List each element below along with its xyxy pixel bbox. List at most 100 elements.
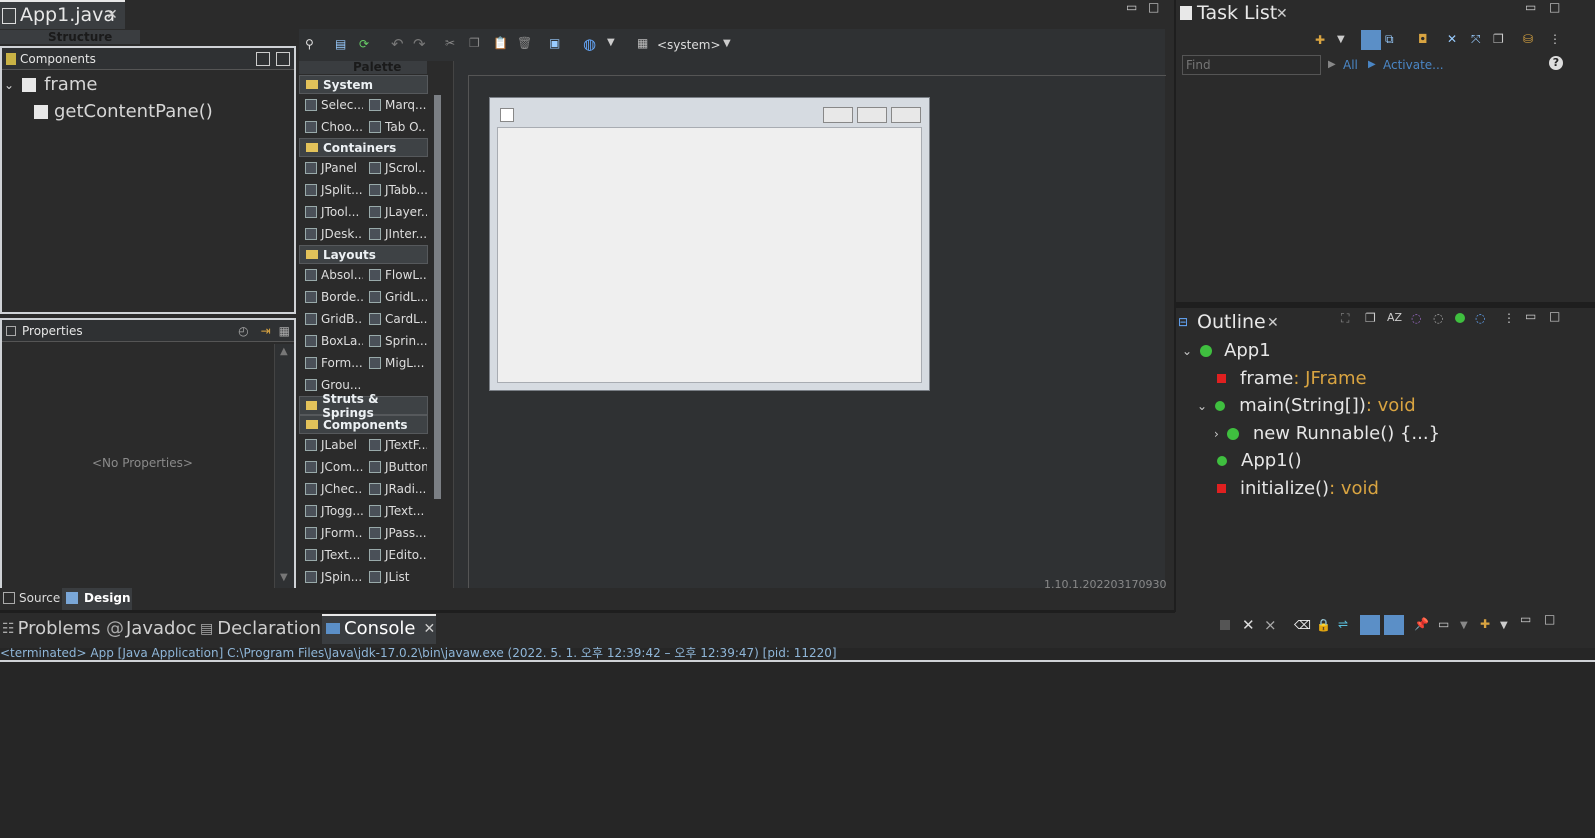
lookandfeel-select[interactable]: <system> [657, 38, 721, 52]
palette-item[interactable]: MigL... [363, 356, 427, 370]
new-task-icon[interactable]: ✚ [1315, 33, 1325, 47]
more-icon[interactable]: ⋮ [1549, 32, 1561, 46]
chevron-down-icon[interactable]: ⌄ [4, 78, 14, 92]
terminate-icon[interactable] [1220, 620, 1230, 630]
jframe-minimize-button[interactable] [823, 107, 853, 123]
play-icon[interactable]: ▶ [1328, 59, 1336, 70]
maximize-icon[interactable]: □ [1549, 0, 1560, 14]
show-events-icon[interactable]: ◴ [238, 324, 248, 338]
display-console-icon[interactable]: ▭ [1438, 617, 1449, 631]
layout-icon[interactable]: ▣ [549, 36, 560, 50]
maximize-icon[interactable]: □ [1148, 0, 1159, 14]
tab-problems[interactable]: ☷ Problems [2, 618, 101, 639]
editor-tab-app1[interactable]: App1.java ✕ [0, 0, 125, 29]
chevron-down-icon[interactable]: ▼ [607, 37, 615, 48]
clear-console-icon[interactable]: ⌫ [1294, 618, 1311, 632]
outline-item-class[interactable]: ⌄ App1 [1182, 340, 1271, 361]
palette-item[interactable]: JSpin... [299, 570, 363, 584]
minimize-icon[interactable]: ▭ [1126, 0, 1137, 14]
palette-item[interactable]: Form... [299, 356, 363, 370]
scroll-lock-icon[interactable]: 🔒 [1316, 618, 1331, 632]
hide-local-types-icon[interactable]: ◌ [1475, 311, 1485, 325]
palette-item[interactable]: Choo... [299, 120, 363, 134]
outline-item-main[interactable]: ⌄ main(String[]) : void [1197, 395, 1416, 416]
show-stderr-icon[interactable] [1384, 615, 1404, 635]
palette-category[interactable]: Struts & Springs [299, 392, 428, 420]
collapse-all-icon[interactable]: ❐ [1365, 311, 1376, 325]
palette-item[interactable]: GridB... [299, 312, 363, 326]
chevron-down-icon[interactable]: ▼ [1460, 620, 1468, 631]
palette-item[interactable]: Tab O... [363, 120, 427, 134]
palette-item[interactable]: JPanel [299, 161, 363, 175]
paste-icon[interactable]: 📋 [493, 36, 508, 50]
activate-link[interactable]: Activate... [1383, 58, 1444, 72]
palette-item[interactable]: JScrol... [363, 161, 427, 175]
delete-icon[interactable]: 🗑 [517, 36, 532, 50]
chevron-down-icon[interactable]: ⌄ [1197, 399, 1207, 413]
chevron-down-icon[interactable]: ▼ [1337, 34, 1345, 45]
hide-fields-icon[interactable]: ◌ [1411, 311, 1421, 325]
undo-icon[interactable]: ↶ [391, 35, 404, 53]
all-link[interactable]: All [1343, 58, 1358, 72]
hide-nonpublic-icon[interactable] [1455, 313, 1465, 323]
globe-icon[interactable]: ◍ [583, 35, 596, 53]
palette-item[interactable]: JText... [299, 548, 363, 562]
focus-icon[interactable]: ⛶ [1341, 311, 1349, 326]
tree-item-frame[interactable]: ⌄ frame [4, 74, 97, 95]
expand-all-icon[interactable] [256, 51, 270, 66]
palette-item[interactable]: Absol... [299, 268, 363, 282]
jframe-maximize-button[interactable] [857, 107, 887, 123]
redo-icon[interactable]: ↷ [413, 35, 426, 53]
chevron-down-icon[interactable]: ⌄ [1182, 344, 1192, 358]
scroll-up-icon[interactable]: ▲ [280, 346, 288, 357]
goto-definition-icon[interactable]: ⇥ [261, 324, 271, 338]
palette-item[interactable]: BoxLa... [299, 334, 363, 348]
copy-icon[interactable]: ❐ [469, 36, 480, 50]
palette-item[interactable]: JLayer... [363, 205, 427, 219]
palette-item[interactable]: JForm... [299, 526, 363, 540]
tab-declaration[interactable]: ▤ Declaration [200, 618, 321, 639]
palette-category[interactable]: Containers [299, 138, 428, 157]
help-icon[interactable]: ? [1549, 56, 1563, 70]
design-tab[interactable]: Design [84, 591, 131, 605]
close-icon[interactable]: ✕ [1276, 6, 1288, 22]
minimize-icon[interactable]: ▭ [1520, 612, 1531, 626]
maximize-icon[interactable]: □ [1544, 612, 1555, 626]
chevron-right-icon[interactable]: › [1214, 427, 1219, 441]
palette-item[interactable]: JTextF... [363, 438, 427, 452]
pin-console-icon[interactable]: 📌 [1414, 617, 1429, 631]
more-icon[interactable]: ⋮ [1503, 311, 1515, 325]
tab-console[interactable]: Console ✕ [326, 618, 435, 639]
palette-item[interactable]: JCom... [299, 460, 363, 474]
hide-static-icon[interactable]: ◌ [1433, 311, 1443, 325]
jframe-content-pane[interactable] [497, 127, 922, 383]
palette-item[interactable]: JText... [363, 504, 427, 518]
palette-item[interactable]: Borde... [299, 290, 363, 304]
minimize-icon[interactable]: ▭ [1525, 0, 1536, 14]
palette-item[interactable]: JLabel [299, 438, 363, 452]
palette-item[interactable]: CardL... [363, 312, 427, 326]
palette-item[interactable]: JList [363, 570, 427, 584]
palette-item[interactable]: JDesk... [299, 227, 363, 241]
close-icon[interactable]: ✕ [106, 7, 118, 23]
new-console-icon[interactable]: ✚ [1480, 617, 1490, 631]
outline-item-field[interactable]: frame : JFrame [1217, 368, 1367, 389]
palette-item[interactable]: JTogg... [299, 504, 363, 518]
chevron-down-icon[interactable]: ▼ [723, 38, 731, 49]
tree-item-contentpane[interactable]: getContentPane() [34, 101, 213, 122]
palette-item[interactable]: JButton [363, 460, 427, 474]
categorize-icon[interactable] [1361, 30, 1381, 50]
palette-category[interactable]: System [299, 75, 428, 94]
close-icon[interactable]: ✕ [1267, 315, 1279, 331]
outline-item-constructor[interactable]: App1() [1217, 450, 1302, 471]
repository-icon[interactable]: ⛁ [1523, 32, 1533, 46]
palette-item[interactable]: JChec... [299, 482, 363, 496]
chevron-down-icon[interactable]: ▼ [1500, 620, 1508, 631]
remove-launch-icon[interactable]: ✕ [1242, 616, 1255, 634]
test-gui-icon[interactable]: ⚲ [305, 37, 314, 51]
palette-item[interactable]: JTool... [299, 205, 363, 219]
outline-item-runnable[interactable]: › new Runnable() {...} [1214, 423, 1440, 444]
tab-javadoc[interactable]: @ Javadoc [106, 618, 196, 639]
cut-icon[interactable]: ✂ [445, 36, 455, 50]
reparse-icon[interactable]: ▤ [335, 37, 346, 51]
